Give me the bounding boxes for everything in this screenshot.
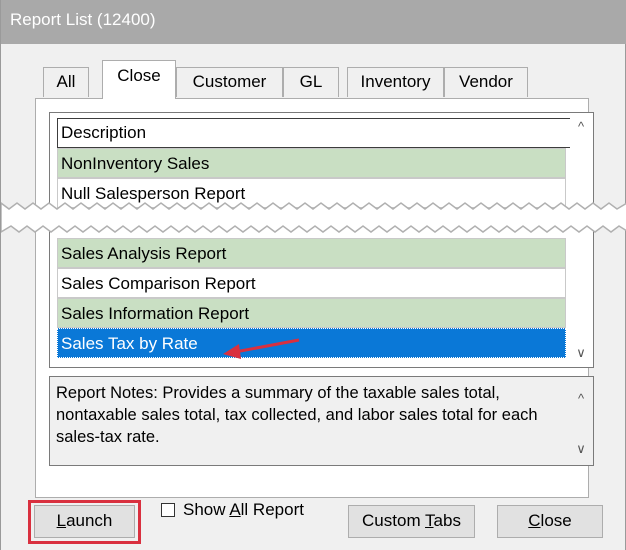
red-arrow-icon <box>223 338 300 359</box>
report-list-window: Report List (12400) All Close Customer G… <box>0 0 626 550</box>
